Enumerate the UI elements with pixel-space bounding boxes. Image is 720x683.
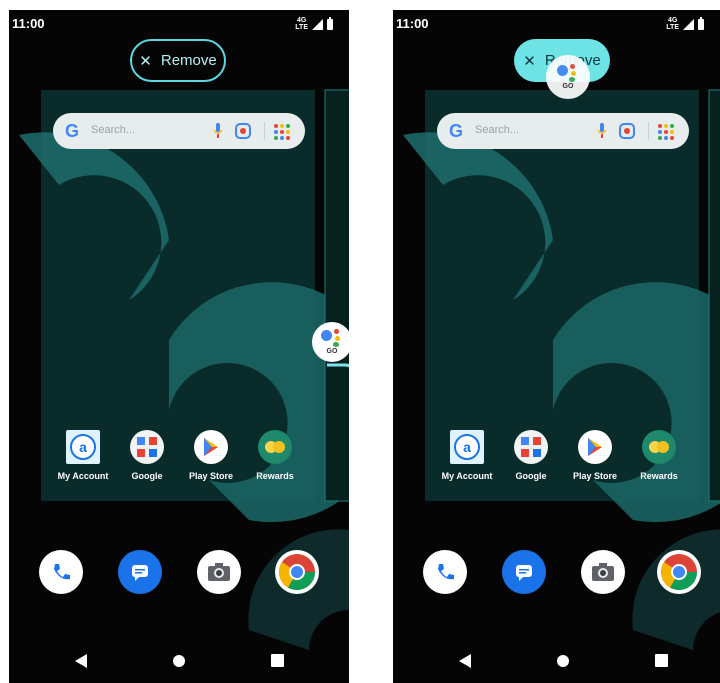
camera-icon[interactable] — [197, 550, 241, 594]
app-rewards[interactable]: Rewards — [627, 430, 691, 481]
rewards-icon — [642, 430, 676, 464]
app-my-account[interactable]: a My Account — [435, 430, 499, 481]
signal-icon — [312, 18, 323, 30]
chrome-icon[interactable] — [275, 550, 319, 594]
signal-icon — [683, 18, 694, 30]
assistant-icon — [557, 64, 579, 82]
nav-bar — [9, 641, 349, 683]
battery-icon — [698, 16, 704, 30]
status-bar: 11:00 4G LTE — [12, 14, 339, 34]
home-icon[interactable] — [556, 654, 570, 668]
home-screen-left: 11:00 4G LTE ✕ Remove G Search... a My A… — [9, 10, 349, 683]
close-icon: ✕ — [139, 52, 152, 70]
app-my-account[interactable]: a My Account — [51, 430, 115, 481]
dock — [393, 550, 720, 598]
messages-icon[interactable] — [502, 550, 546, 594]
status-bar: 11:00 4G LTE — [396, 14, 710, 34]
nav-bar — [393, 641, 720, 683]
app-label: Rewards — [256, 471, 294, 481]
google-folder-icon — [514, 430, 548, 464]
go-label: GO — [326, 348, 338, 355]
chrome-icon[interactable] — [657, 550, 701, 594]
status-time: 11:00 — [396, 16, 429, 31]
phone-icon[interactable] — [39, 550, 83, 594]
rewards-icon — [258, 430, 292, 464]
mic-icon[interactable] — [213, 123, 223, 139]
back-icon[interactable] — [458, 653, 472, 669]
camera-icon[interactable] — [581, 550, 625, 594]
apps-grid-icon[interactable] — [274, 124, 290, 140]
play-store-icon — [194, 430, 228, 464]
status-time: 11:00 — [12, 16, 45, 31]
home-screen-right: 11:00 4GLTE ✕ Remove GO G Search... — [393, 10, 720, 683]
home-icon[interactable] — [172, 654, 186, 668]
app-label: My Account — [441, 471, 493, 481]
lens-icon[interactable] — [619, 123, 635, 139]
svg-text:a: a — [463, 439, 471, 455]
svg-text:a: a — [79, 439, 87, 455]
app-label: Rewards — [640, 471, 678, 481]
play-store-icon — [578, 430, 612, 464]
messages-icon[interactable] — [118, 550, 162, 594]
lte-icon: 4G LTE — [295, 17, 308, 31]
phone-icon[interactable] — [423, 550, 467, 594]
assistant-go-shortcut[interactable]: GO — [312, 322, 349, 362]
app-play-store[interactable]: Play Store — [179, 430, 243, 481]
app-label: My Account — [57, 471, 109, 481]
search-divider — [264, 122, 265, 140]
app-google[interactable]: Google — [499, 430, 563, 481]
go-label: GO — [562, 83, 574, 90]
google-folder-icon — [130, 430, 164, 464]
app-label: Google — [515, 471, 547, 481]
app-play-store[interactable]: Play Store — [563, 430, 627, 481]
lens-icon[interactable] — [235, 123, 251, 139]
search-divider — [648, 122, 649, 140]
apps-grid-icon[interactable] — [658, 124, 674, 140]
back-icon[interactable] — [74, 653, 88, 669]
app-label: Play Store — [188, 471, 234, 481]
search-placeholder: Search... — [475, 124, 520, 136]
recents-icon[interactable] — [271, 654, 284, 667]
assistant-icon — [321, 329, 343, 347]
mic-icon[interactable] — [597, 123, 607, 139]
app-label: Play Store — [572, 471, 618, 481]
app-google[interactable]: Google — [115, 430, 179, 481]
app-rewards[interactable]: Rewards — [243, 430, 307, 481]
search-placeholder: Search... — [91, 124, 136, 136]
app-label: Google — [131, 471, 163, 481]
google-g-icon: G — [449, 121, 464, 141]
remove-label: Remove — [160, 52, 217, 69]
my-account-icon: a — [450, 430, 484, 464]
app-row: a My Account Google Play Store Rewards — [437, 430, 693, 490]
recents-icon[interactable] — [655, 654, 668, 667]
my-account-icon: a — [66, 430, 100, 464]
google-g-icon: G — [65, 121, 80, 141]
google-search-bar[interactable]: G Search... — [437, 113, 689, 149]
close-icon: ✕ — [523, 52, 536, 70]
assistant-go-shortcut-dragging[interactable]: GO — [546, 55, 590, 99]
dock — [9, 550, 349, 598]
battery-icon — [327, 16, 333, 30]
remove-drop-target[interactable]: ✕ Remove — [130, 39, 226, 82]
google-search-bar[interactable]: G Search... — [53, 113, 305, 149]
app-row: a My Account Google Play Store Rewards — [53, 430, 309, 490]
lte-icon: 4G LTE — [666, 17, 679, 31]
